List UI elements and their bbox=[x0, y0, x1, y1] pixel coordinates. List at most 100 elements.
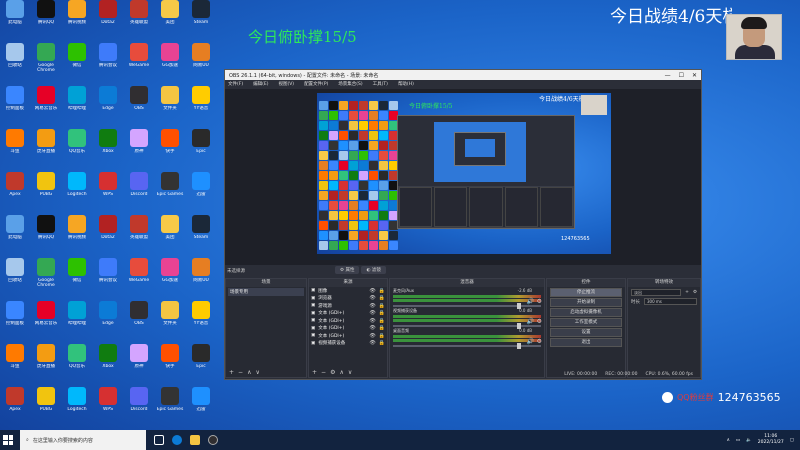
lock-icon[interactable]: 🔒 bbox=[379, 295, 385, 301]
source-item[interactable]: ▣ 文本 (GDI+) 👁 🔒 bbox=[309, 325, 387, 333]
desktop-icon[interactable]: 快手 bbox=[155, 344, 185, 382]
desktop-icon[interactable]: 迅雷 bbox=[186, 387, 216, 425]
source-item[interactable]: ▣ 图像 👁 🔒 bbox=[309, 287, 387, 295]
desktop-icon[interactable]: 此电脑 bbox=[0, 0, 30, 38]
source-item[interactable]: ▣ 浏览器 👁 🔒 bbox=[309, 295, 387, 303]
desktop-icon[interactable]: 微信 bbox=[62, 43, 92, 81]
desktop-icon[interactable]: Epic bbox=[186, 129, 216, 167]
desktop-icon[interactable]: WeGame bbox=[124, 258, 154, 296]
stream-preview[interactable]: 今日俯卧撑15/5 今日战绩4/6天梯8370 124763565 bbox=[317, 93, 611, 260]
desktop-icon[interactable]: WPS bbox=[93, 172, 123, 210]
clock[interactable]: 11:06 2022/11/27 bbox=[758, 434, 784, 446]
lock-icon[interactable]: 🔒 bbox=[379, 303, 385, 309]
desktop-icon[interactable]: 文件夹 bbox=[155, 86, 185, 124]
desktop-icon[interactable]: YY语音 bbox=[186, 86, 216, 124]
track-settings-icon[interactable]: ⚙ bbox=[537, 338, 542, 345]
desktop-icon[interactable]: Edge bbox=[93, 86, 123, 124]
visibility-eye-icon[interactable]: 👁 bbox=[369, 288, 375, 294]
desktop-icon[interactable]: 哔哩哔哩 bbox=[62, 86, 92, 124]
lock-icon[interactable]: 🔒 bbox=[379, 325, 385, 331]
desktop-icon[interactable]: 哔哩哔哩 bbox=[62, 301, 92, 339]
control-button[interactable]: 停止推流 bbox=[550, 288, 622, 297]
network-icon[interactable]: ▭ bbox=[736, 438, 740, 443]
visibility-eye-icon[interactable]: 👁 bbox=[369, 295, 375, 301]
visibility-eye-icon[interactable]: 👁 bbox=[369, 303, 375, 309]
desktop-icon[interactable]: PUBG bbox=[31, 387, 61, 425]
visibility-eye-icon[interactable]: 👁 bbox=[369, 340, 375, 346]
track-settings-icon[interactable]: ⚙ bbox=[537, 298, 542, 305]
scene-item[interactable]: 场景专用 bbox=[228, 288, 304, 296]
desktop-icon[interactable]: 腾讯视频 bbox=[62, 0, 92, 38]
desktop-icon[interactable]: 腾讯会议 bbox=[93, 43, 123, 81]
volume-slider[interactable] bbox=[393, 343, 541, 349]
taskbar-search-box[interactable]: ⌕ 在这里输入你要搜索的内容 bbox=[20, 430, 146, 450]
maximize-icon[interactable]: ☐ bbox=[679, 72, 684, 79]
desktop-icon[interactable]: 原神 bbox=[124, 129, 154, 167]
desktop-icon[interactable]: 斗鱼 bbox=[0, 129, 30, 167]
properties-button[interactable]: ⚙ 属性 bbox=[335, 266, 360, 274]
source-item[interactable]: ▣ 文本 (GDI+) 👁 🔒 bbox=[309, 317, 387, 325]
desktop-icon[interactable]: 网易云音乐 bbox=[31, 301, 61, 339]
visibility-eye-icon[interactable]: 👁 bbox=[369, 325, 375, 331]
visibility-eye-icon[interactable]: 👁 bbox=[369, 333, 375, 339]
lock-icon[interactable]: 🔒 bbox=[379, 310, 385, 316]
add-transition-icon[interactable]: + bbox=[685, 290, 689, 295]
desktop-icon[interactable]: Steam bbox=[186, 215, 216, 253]
filters-button[interactable]: ◐ 滤镜 bbox=[361, 266, 386, 274]
desktop-icon[interactable]: Dota2 bbox=[93, 215, 123, 253]
desktop-icon[interactable]: Apex bbox=[0, 172, 30, 210]
desktop-icon[interactable]: 腾讯视频 bbox=[62, 215, 92, 253]
desktop-icon[interactable]: YY语音 bbox=[186, 301, 216, 339]
transition-settings-icon[interactable]: ⚙ bbox=[693, 290, 697, 295]
desktop-icon[interactable]: 网易UU bbox=[186, 43, 216, 81]
desktop-icon[interactable]: 英雄联盟 bbox=[124, 0, 154, 38]
desktop-icon[interactable]: QQ音乐 bbox=[62, 129, 92, 167]
desktop-icon[interactable]: Xbox bbox=[93, 344, 123, 382]
source-item[interactable]: ▣ 游戏源 👁 🔒 bbox=[309, 302, 387, 310]
edge-icon[interactable] bbox=[172, 435, 182, 445]
obs-menu-item[interactable]: 帮助(H) bbox=[398, 81, 414, 87]
lock-icon[interactable]: 🔒 bbox=[379, 340, 385, 346]
close-icon[interactable]: ✕ bbox=[692, 72, 697, 79]
lock-icon[interactable]: 🔒 bbox=[379, 288, 385, 294]
desktop-icon[interactable]: 快手 bbox=[155, 129, 185, 167]
desktop-icon[interactable]: Edge bbox=[93, 301, 123, 339]
source-item[interactable]: ▣ 视频捕获设备 👁 🔒 bbox=[309, 340, 387, 348]
desktop-icon[interactable]: OBS bbox=[124, 301, 154, 339]
desktop-icon[interactable]: Logitech bbox=[62, 172, 92, 210]
transition-select[interactable]: 淡出 bbox=[631, 289, 682, 296]
desktop-icon[interactable]: GG加速 bbox=[155, 258, 185, 296]
desktop-icon[interactable]: 美团 bbox=[155, 215, 185, 253]
volume-icon[interactable]: 🔈 bbox=[746, 438, 752, 443]
duration-input[interactable]: 300 ms bbox=[644, 298, 697, 305]
desktop-icon[interactable]: 回收站 bbox=[0, 258, 30, 296]
desktop-icon[interactable]: 此电脑 bbox=[0, 215, 30, 253]
speaker-icon[interactable]: 🔊 bbox=[527, 298, 534, 305]
notification-icon[interactable]: ▢ bbox=[790, 438, 794, 443]
desktop-icon[interactable]: 腾讯QQ bbox=[31, 215, 61, 253]
task-view-icon[interactable] bbox=[154, 435, 164, 445]
desktop-icon[interactable]: Google Chrome bbox=[31, 258, 61, 296]
desktop-icon[interactable]: Dota2 bbox=[93, 0, 123, 38]
desktop-icon[interactable]: 回收站 bbox=[0, 43, 30, 81]
visibility-eye-icon[interactable]: 👁 bbox=[369, 310, 375, 316]
lock-icon[interactable]: 🔒 bbox=[379, 333, 385, 339]
track-settings-icon[interactable]: ⚙ bbox=[537, 318, 542, 325]
minimize-icon[interactable]: — bbox=[665, 72, 671, 79]
desktop-icon[interactable]: Xbox bbox=[93, 129, 123, 167]
control-button[interactable]: 退出 bbox=[550, 338, 622, 347]
visibility-eye-icon[interactable]: 👁 bbox=[369, 318, 375, 324]
desktop-icon[interactable]: Discord bbox=[124, 387, 154, 425]
obs-menu-item[interactable]: 视图(V) bbox=[278, 81, 294, 87]
speaker-icon[interactable]: 🔊 bbox=[527, 318, 534, 325]
control-button[interactable]: 启动虚拟摄像机 bbox=[550, 308, 622, 317]
obs-menu-item[interactable]: 工具(T) bbox=[373, 81, 388, 87]
desktop-icon[interactable]: Discord bbox=[124, 172, 154, 210]
desktop-icon[interactable]: 迅雷 bbox=[186, 172, 216, 210]
desktop-icon[interactable]: Logitech bbox=[62, 387, 92, 425]
start-button[interactable] bbox=[0, 430, 16, 450]
desktop-icon[interactable]: 英雄联盟 bbox=[124, 215, 154, 253]
desktop-icon[interactable]: QQ音乐 bbox=[62, 344, 92, 382]
desktop-icon[interactable]: 文件夹 bbox=[155, 301, 185, 339]
desktop-icon[interactable]: Epic Games bbox=[155, 172, 185, 210]
